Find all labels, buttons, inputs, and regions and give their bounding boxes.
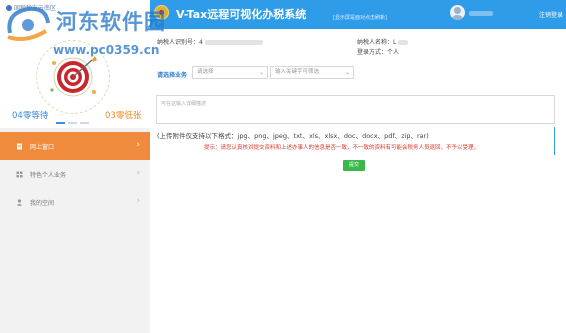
submit-button[interactable]: 提交 [343,160,365,171]
chevron-right-icon: › [136,196,140,206]
app-title: V-Tax远程可视化办税系统 [176,8,307,21]
textarea-placeholder: 可在这输入详细描述 [161,101,207,107]
watermark-logo-icon [7,6,50,41]
taxpayer-id-label: 纳税人识别号：4 [157,39,203,46]
description-textarea[interactable]: 可在这输入详细描述 [156,95,555,124]
business-select-label: 请选择业务 [157,72,188,79]
panel-edge-divider [554,127,555,155]
sidebar-item-my-space[interactable]: 我的空间 › [0,188,150,216]
avatar[interactable] [450,5,465,20]
business-type-select[interactable]: 请选择 ⌄ [192,66,268,79]
select-placeholder: 请选择 [197,69,214,75]
carousel-pager[interactable] [56,122,89,124]
sidebar-item-online-window[interactable]: 网上窗口 › [0,132,150,160]
taxpayer-id-redacted [204,40,263,45]
chevron-right-icon: › [136,168,140,178]
pager-dot-1[interactable] [56,122,65,124]
chevron-down-icon: ⌄ [258,69,264,76]
watermark-url: www.pc0359.cn [53,43,160,57]
upload-format-note: (上传附件仅支持以下格式：jpg、png、jpeg、txt、xls、xlsx、d… [157,132,429,140]
taxpayer-name-redacted [398,40,409,45]
pager-dot-3[interactable] [80,122,89,124]
pager-dot-2[interactable] [68,122,77,124]
taxpayer-name-value: L [393,39,397,46]
refresh-hint-link[interactable]: [显示屏是面对点击刷新] [333,14,387,21]
chevron-right-icon: › [136,140,140,150]
stat-waiting: 04零等待 [12,111,49,121]
top-header: V-Tax远程可视化办税系统 [显示屏是面对点击刷新] 注销登录 [150,0,566,29]
taxpayer-name-label: 纳税人名称： [357,39,394,46]
login-method: 登录方式：个人 [357,49,400,56]
logout-button[interactable]: 注销登录 [539,10,563,19]
notice-text: 提示：请您认真核对提交资料和上述办事人的信息是否一致，不一致的资料有可能会税务人… [204,145,480,151]
taxpayer-name: 纳税人名称：L [357,37,409,46]
taxpayer-id: 纳税人识别号：4 [157,37,263,46]
watermark-text: 河东软件园 [56,9,166,34]
sidebar-item-label: 网上窗口 [30,143,55,151]
person-icon [16,198,23,206]
sidebar-item-label: 特色个人业务 [30,171,67,179]
sidebar-item-personal-business[interactable]: 特色个人业务 › [0,160,150,188]
grid-icon [16,171,23,178]
document-icon [16,143,23,150]
user-name-redacted [469,11,493,16]
stat-cheap: 03零低张 [105,111,142,121]
sidebar-item-label: 我的空间 [30,199,55,207]
select-placeholder: 输入关键字可筛选 [275,69,320,75]
chevron-down-icon: ⌄ [344,69,350,76]
business-search-select[interactable]: 输入关键字可筛选 ⌄ [270,66,354,79]
sidebar-menu: 网上窗口 › 特色个人业务 › 我的空间 › [0,128,150,333]
